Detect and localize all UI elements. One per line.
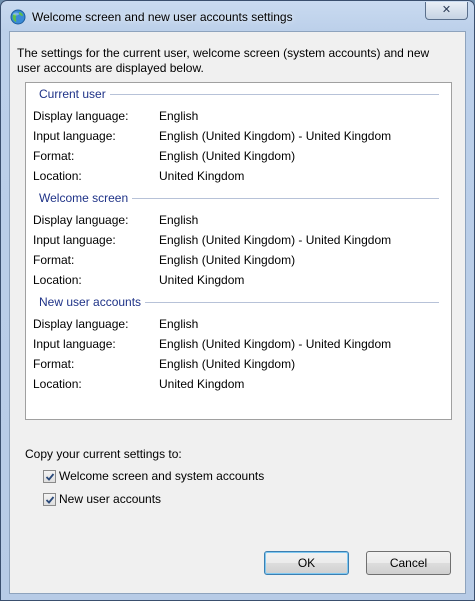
row-value: English (United Kingdom) - United Kingdo…: [159, 337, 392, 351]
cancel-button[interactable]: Cancel: [366, 551, 451, 575]
checkbox-label[interactable]: New user accounts: [59, 492, 161, 506]
checkbox-box[interactable]: [43, 493, 56, 506]
window-title: Welcome screen and new user accounts set…: [32, 10, 293, 24]
row-label: Input language:: [33, 337, 116, 351]
row-label: Display language:: [33, 109, 129, 123]
row-label: Location:: [33, 377, 82, 391]
row-label: Location:: [33, 273, 82, 287]
checkbox-label[interactable]: Welcome screen and system accounts: [59, 469, 264, 483]
row-label: Location:: [33, 169, 82, 183]
row-value: English: [159, 213, 199, 227]
row-label: Display language:: [33, 317, 129, 331]
section-title-current-user: Current user: [39, 87, 110, 101]
copy-settings-label: Copy your current settings to:: [25, 447, 182, 461]
checkbox-box[interactable]: [43, 470, 56, 483]
checkmark-icon: [45, 496, 55, 504]
row-label: Format:: [33, 149, 75, 163]
row-value: English (United Kingdom): [159, 357, 296, 371]
row-value: United Kingdom: [159, 377, 245, 391]
row-value: United Kingdom: [159, 169, 245, 183]
row-label: Input language:: [33, 233, 116, 247]
row-value: English: [159, 109, 199, 123]
close-icon: ✕: [441, 4, 452, 16]
row-value: English: [159, 317, 199, 331]
row-value: English (United Kingdom) - United Kingdo…: [159, 129, 392, 143]
settings-panel: Current user Display language: English I…: [25, 82, 452, 420]
checkmark-icon: [45, 473, 55, 481]
row-label: Format:: [33, 253, 75, 267]
row-label: Input language:: [33, 129, 116, 143]
row-label: Format:: [33, 357, 75, 371]
section-title-new-user-accounts: New user accounts: [39, 295, 146, 309]
description-text: The settings for the current user, welco…: [17, 46, 430, 75]
globe-icon: [10, 9, 26, 25]
close-button[interactable]: ✕: [425, 2, 468, 20]
row-value: English (United Kingdom): [159, 253, 296, 267]
ok-button[interactable]: OK: [264, 551, 349, 575]
row-label: Display language:: [33, 213, 129, 227]
row-value: English (United Kingdom): [159, 149, 296, 163]
row-value: English (United Kingdom) - United Kingdo…: [159, 233, 392, 247]
dialog-window: Welcome screen and new user accounts set…: [0, 0, 475, 601]
row-value: United Kingdom: [159, 273, 245, 287]
section-title-welcome-screen: Welcome screen: [39, 191, 133, 205]
title-bar[interactable]: Welcome screen and new user accounts set…: [1, 1, 474, 35]
